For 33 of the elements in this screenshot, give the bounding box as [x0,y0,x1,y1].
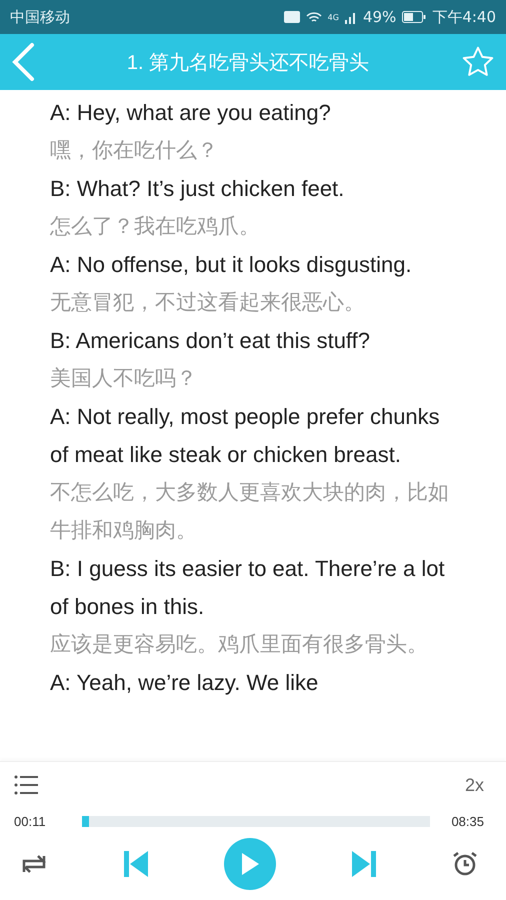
english-line: B: What? It’s just chicken feet. [50,175,346,203]
battery-icon [402,11,426,23]
progress-track[interactable] [82,816,430,826]
chinese-translation: 美国人不吃吗？ [50,366,198,392]
english-line: B: Americans don’t eat this stuff? [50,327,371,355]
hd-icon [284,11,300,23]
english-line: A: Not really, most people prefer chunks of meat like steak or chicken breast. [50,403,441,469]
english-line: A: Yeah, we’re lazy. We like [50,669,320,697]
chinese-translation: 嘿，你在吃什么？ [50,138,219,164]
alarm-clock-icon[interactable] [452,851,478,877]
menu-icon[interactable] [14,774,38,796]
chinese-translation: 应该是更容易吃。鸡爪里面有很多骨头。 [50,632,429,658]
clock-time: 下午4:40 [432,8,496,26]
lesson-title: 1. 第九名吃骨头还不吃骨头 [126,50,370,76]
play-icon [240,852,260,876]
chinese-translation: 怎么了？我在吃鸡爪。 [50,214,261,240]
carrier-name: 中国移动 [10,8,70,26]
battery-percent: 49% [362,8,396,26]
chinese-translation: 不怎么吃，大多数人更喜欢大块的肉，比如牛排和鸡胸肉。 [50,480,450,544]
signal-icon [344,10,357,24]
english-line: B: I guess its easier to eat. There’re a lot of bones in this. [50,555,446,621]
back-button[interactable] [10,42,36,82]
chinese-translation: 无意冒犯，不过这看起来很恶心。 [50,290,366,316]
play-button[interactable] [224,838,276,890]
speed-button[interactable]: 2x [464,774,484,796]
network-type: 4G [328,12,339,22]
previous-icon[interactable] [124,851,148,877]
elapsed-time: 00:11 [14,814,47,828]
wifi-icon [306,10,322,24]
english-line: A: Hey, what are you eating? [50,99,332,127]
next-icon[interactable] [352,851,376,877]
total-time: 08:35 [450,814,484,828]
english-line: A: No offense, but it looks disgusting. [50,251,413,279]
